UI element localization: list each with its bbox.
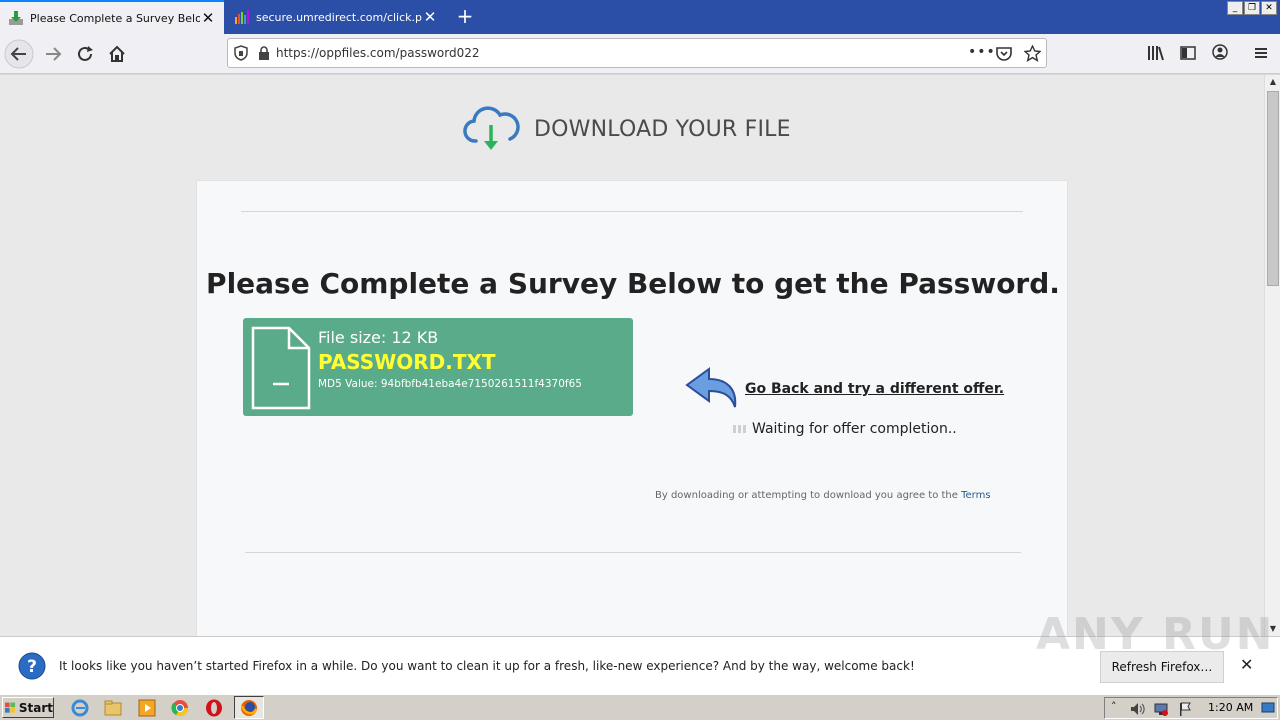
action-center-flag-icon[interactable] [1177,701,1193,717]
library-icon[interactable] [1147,45,1165,61]
tab-redirect[interactable]: secure.umredirect.com/click.php?j ✕ [226,0,446,34]
opera-icon[interactable] [204,698,224,718]
question-icon: ? [18,652,46,680]
scrollbar-thumb[interactable] [1267,91,1279,286]
notification-text: It looks like you haven’t started Firefo… [59,659,915,673]
back-arrow-icon [4,39,34,69]
cloud-download-icon [463,106,520,150]
firefox-icon [240,700,258,716]
account-icon[interactable] [1212,44,1228,60]
divider [245,552,1021,553]
back-button[interactable] [4,39,34,69]
close-icon[interactable]: ✕ [1240,655,1253,674]
reload-button[interactable] [70,39,100,69]
bookmark-star-icon[interactable] [1024,45,1041,62]
loading-icon [733,425,746,433]
tab-title: secure.umredirect.com/click.php?j [256,10,422,24]
home-icon [109,45,125,62]
download-icon [9,11,23,25]
page-viewport: DOWNLOAD YOUR FILE Please Complete a Sur… [0,75,1264,636]
terms-link[interactable]: Terms [961,490,990,501]
address-bar[interactable]: https://oppfiles.com/password022 ••• [227,38,1047,68]
page-title: Please Complete a Survey Below to get th… [206,267,1060,300]
start-label: Start [18,700,53,715]
firefox-taskbar-button[interactable] [234,696,264,719]
minimize-button[interactable]: _ [1227,1,1243,15]
url-text[interactable]: https://oppfiles.com/password022 [276,46,479,60]
restore-button[interactable]: ❐ [1244,1,1260,15]
back-arrow-icon [685,367,737,408]
navigation-toolbar: https://oppfiles.com/password022 ••• [0,34,1280,74]
taskbar: Start ˄ 1:20 AM [0,694,1280,720]
tab-title: Please Complete a Survey Below t [30,11,200,25]
file-info-box: File size: 12 KB PASSWORD.TXT MD5 Value:… [243,318,633,416]
bar-chart-icon [235,10,249,24]
media-player-icon[interactable] [137,698,157,718]
page-actions-icon[interactable]: ••• [968,44,996,60]
forward-arrow-icon [46,47,62,61]
close-tab-icon[interactable]: ✕ [422,8,438,26]
show-desktop-icon[interactable] [1261,701,1275,715]
tray-expand-icon[interactable]: ˄ [1111,700,1117,713]
clock[interactable]: 1:20 AM [1208,701,1253,714]
file-size: File size: 12 KB [318,328,439,347]
page-header-title: DOWNLOAD YOUR FILE [534,116,791,142]
tab-survey[interactable]: Please Complete a Survey Below t ✕ [0,0,224,34]
windows-logo-icon [5,702,16,713]
home-button[interactable] [102,39,132,69]
volume-icon[interactable] [1129,701,1145,717]
file-name: PASSWORD.TXT [318,350,496,374]
download-card: Please Complete a Survey Below to get th… [196,180,1068,636]
file-icon [251,326,311,410]
refresh-firefox-button[interactable]: Refresh Firefox… [1100,651,1224,683]
lock-icon[interactable] [258,46,270,60]
folder-icon[interactable] [103,698,123,718]
terms-notice: By downloading or attempting to download… [655,490,991,501]
network-icon[interactable] [1153,701,1169,717]
forward-button[interactable] [38,39,68,69]
svg-text:?: ? [27,657,37,677]
waiting-text: Waiting for offer completion.. [752,421,957,437]
reload-icon [78,46,93,61]
new-tab-button[interactable]: + [452,4,478,30]
waiting-status: Waiting for offer completion.. [733,421,957,437]
scroll-up-icon[interactable]: ▲ [1265,75,1280,89]
file-md5: MD5 Value: 94bfbfb41eba4e7150261511f4370… [318,378,582,390]
chrome-icon[interactable] [170,698,190,718]
shield-icon[interactable] [234,45,248,61]
close-tab-icon[interactable]: ✕ [200,9,216,27]
go-back-link[interactable]: Go Back and try a different offer. [745,381,1004,397]
go-back-offer[interactable]: Go Back and try a different offer. [685,363,1004,415]
window-controls: _ ❐ ✕ [1227,1,1277,15]
notification-bar: ANY RUN ? It looks like you haven’t star… [0,609,1280,694]
close-window-button[interactable]: ✕ [1261,1,1277,15]
tab-bar: Please Complete a Survey Below t ✕ secur… [0,0,1280,34]
page-header: DOWNLOAD YOUR FILE [462,105,791,153]
sidebar-icon[interactable] [1180,45,1196,61]
divider [241,211,1023,212]
page-scrollbar[interactable]: ▲ ▼ [1264,75,1280,636]
pocket-icon[interactable] [996,46,1012,61]
terms-text: By downloading or attempting to download… [655,490,962,501]
start-button[interactable]: Start [2,697,54,718]
menu-icon[interactable] [1254,46,1268,60]
internet-explorer-icon[interactable] [70,698,90,718]
